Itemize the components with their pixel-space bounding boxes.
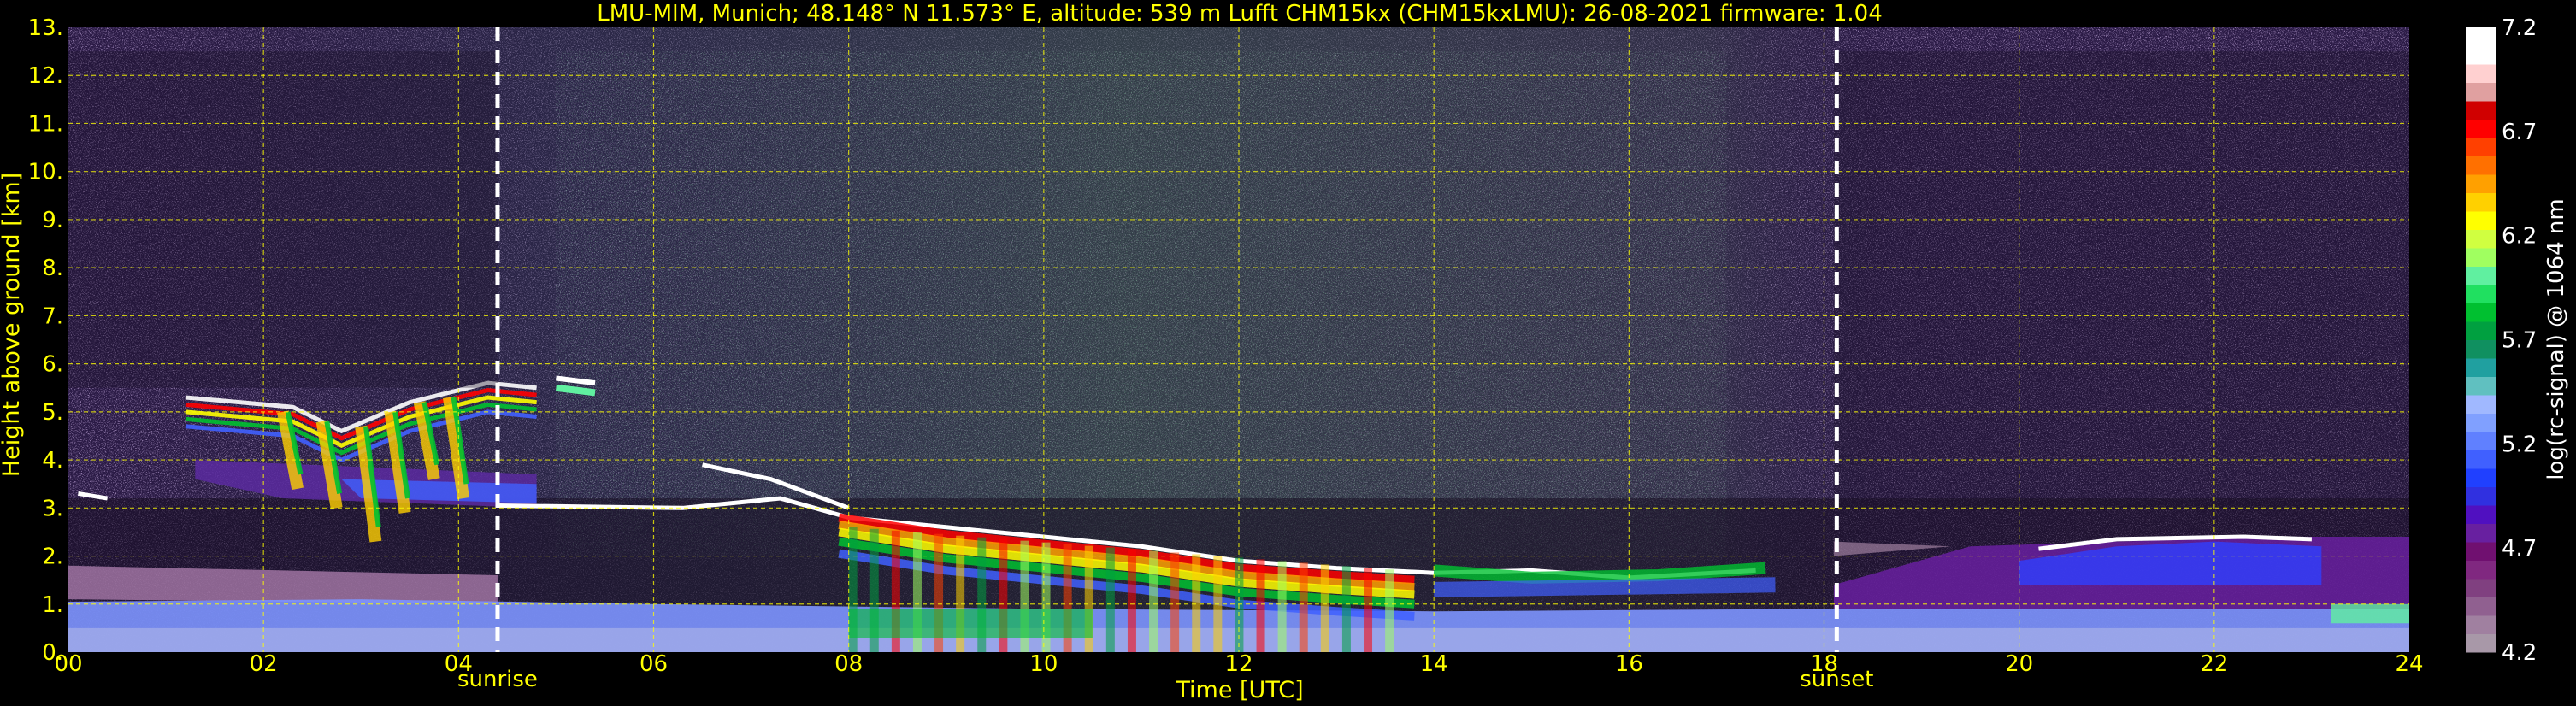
colorbar-tick-label: 7.2 [2502, 15, 2537, 41]
convective-streak [1277, 561, 1287, 652]
y-tick-label: 3. [42, 496, 63, 521]
x-tick-label: 08 [834, 651, 863, 677]
colorbar-segment [2466, 505, 2496, 524]
convective-streak [1256, 559, 1265, 652]
colorbar-segment [2466, 285, 2496, 303]
y-tick-label: 9. [42, 208, 63, 233]
colorbar-tick-label: 4.7 [2502, 536, 2537, 562]
colorbar-segment [2466, 432, 2496, 450]
convective-streak [1127, 549, 1136, 652]
colorbar-segment [2466, 321, 2496, 340]
colorbar-segment [2466, 395, 2496, 414]
colorbar-tick-label: 6.2 [2502, 224, 2537, 250]
colorbar-segment [2466, 156, 2496, 175]
plot-area [68, 27, 2409, 652]
y-tick-label: 10. [28, 160, 63, 185]
x-tick-label: 22 [2200, 651, 2228, 677]
y-axis-label: Height above ground [km] [0, 173, 25, 477]
colorbar-segment [2466, 138, 2496, 156]
convective-streak [1341, 566, 1351, 652]
evening-green-patch [2331, 603, 2409, 624]
x-tick-label: 00 [54, 651, 82, 677]
y-tick-label: 2. [42, 544, 63, 570]
colorbar-segment [2466, 358, 2496, 377]
sun-marker-label: sunset [1800, 667, 1873, 692]
colorbar-segment [2466, 579, 2496, 597]
y-tick-label: 11. [28, 111, 63, 137]
afternoon-aerosol [1434, 577, 1776, 597]
y-tick-label: 7. [42, 303, 63, 329]
colorbar-segment [2466, 119, 2496, 138]
y-tick-label: 1. [42, 592, 63, 618]
sun-marker-labels: sunrise sunset [457, 667, 1873, 692]
colorbar-segment [2466, 468, 2496, 487]
colorbar-segment [2466, 101, 2496, 120]
colorbar-segment [2466, 523, 2496, 543]
y-tick-label: 8. [42, 256, 63, 281]
x-axis-label: Time [UTC] [1175, 677, 1303, 703]
ceilometer-chart: LMU-MIM, Munich; 48.148° N 11.573° E, al… [0, 1, 2569, 703]
colorbar [2466, 27, 2496, 653]
x-axis-ticks: 00 02 04 06 08 10 12 14 16 18 20 22 24 [54, 651, 2423, 677]
convective-streak [1320, 564, 1329, 652]
x-tick-label: 02 [250, 651, 278, 677]
chart-title: LMU-MIM, Munich; 48.148° N 11.573° E, al… [597, 1, 1882, 26]
colorbar-tick-label: 5.7 [2502, 328, 2537, 354]
night-dark-region [1833, 51, 2409, 509]
y-tick-label: 4. [42, 448, 63, 474]
convective-streak [1364, 568, 1373, 652]
convective-streak [1149, 550, 1158, 652]
colorbar-segment [2466, 64, 2496, 83]
colorbar-segment [2466, 82, 2496, 102]
colorbar-segment [2466, 450, 2496, 469]
cloud-small [555, 384, 596, 397]
colorbar-segment [2466, 615, 2496, 634]
colorbar-segment [2466, 597, 2496, 616]
convective-streak [1299, 562, 1308, 652]
x-tick-label: 06 [640, 651, 668, 677]
x-tick-label: 10 [1029, 651, 1058, 677]
colorbar-ticks: 4.2 4.7 5.2 5.7 6.2 6.7 7.2 [2502, 15, 2537, 666]
colorbar-segment [2466, 486, 2496, 506]
y-tick-label: 5. [42, 400, 63, 426]
colorbar-segment [2466, 211, 2496, 230]
daytime-green-noise [556, 51, 1727, 556]
colorbar-tick-label: 4.2 [2502, 640, 2537, 666]
colorbar-tick-label: 5.2 [2502, 432, 2537, 457]
colorbar-segment [2466, 339, 2496, 359]
convective-streak [1105, 547, 1115, 652]
x-tick-label: 20 [2005, 651, 2033, 677]
colorbar-segment [2466, 27, 2496, 46]
colorbar-segment [2466, 303, 2496, 322]
colorbar-segment [2466, 413, 2496, 432]
colorbar-segment [2466, 560, 2496, 580]
x-tick-label: 14 [1420, 651, 1448, 677]
convective-streak [1385, 569, 1394, 652]
colorbar-segment [2466, 248, 2496, 267]
y-tick-label: 13. [28, 15, 63, 41]
sun-marker-label: sunrise [457, 667, 538, 692]
colorbar-label: log(rc-signal) @ 1064 nm [2544, 198, 2569, 479]
colorbar-segment [2466, 542, 2496, 561]
colorbar-segment [2466, 174, 2496, 193]
x-tick-label: 24 [2395, 651, 2423, 677]
colorbar-segment [2466, 376, 2496, 396]
green-near-ground [848, 609, 1093, 638]
convective-streak [1192, 554, 1201, 652]
colorbar-segment [2466, 633, 2496, 653]
x-tick-label: 12 [1224, 651, 1253, 677]
x-tick-label: 16 [1615, 651, 1643, 677]
colorbar-segment [2466, 229, 2496, 249]
colorbar-segment [2466, 192, 2496, 212]
y-axis-ticks: 0.1.2.3.4.5.6.7.8.9.10.11.12.13. [28, 15, 63, 666]
y-tick-label: 6. [42, 352, 63, 378]
y-tick-label: 12. [28, 63, 63, 89]
colorbar-segment [2466, 266, 2496, 285]
colorbar-tick-label: 6.7 [2502, 120, 2537, 145]
colorbar-segment [2466, 45, 2496, 65]
convective-streak [1170, 552, 1180, 652]
